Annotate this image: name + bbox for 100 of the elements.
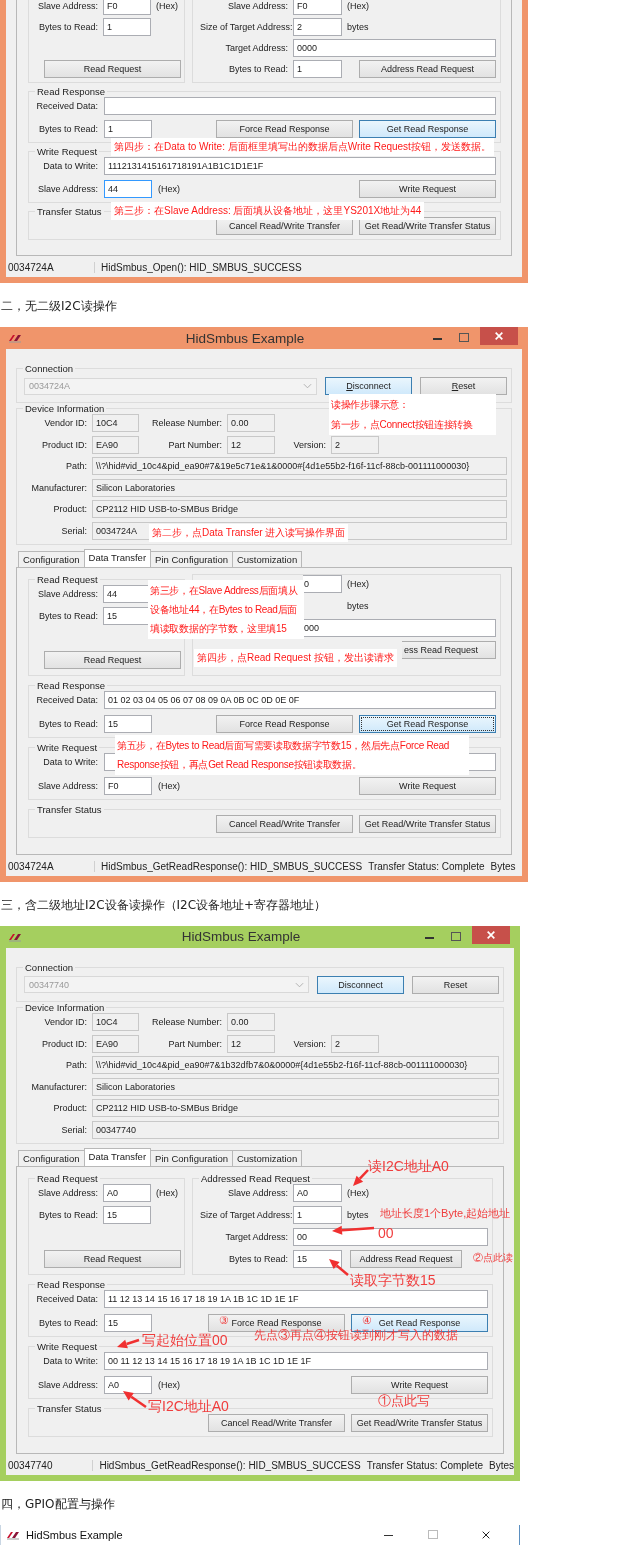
text-field[interactable]: A0 <box>104 1375 152 1394</box>
group-label: Connection <box>24 363 75 374</box>
unit-label: (Hex) <box>156 1 178 11</box>
text-field[interactable]: 12 <box>227 1034 275 1053</box>
text-field[interactable]: 12 <box>227 435 275 454</box>
read-request-button[interactable]: Read Request <box>44 650 181 669</box>
text-field[interactable]: A0 <box>293 1183 342 1202</box>
logo-icon <box>6 1529 20 1540</box>
text-field[interactable]: EA90 <box>92 435 139 454</box>
unit-label: (Hex) <box>156 1187 178 1198</box>
annotation-tooltip: 第二步，点Data Transfer 进入读写操作界面 <box>149 524 349 542</box>
text-field[interactable]: A0 <box>103 1183 151 1202</box>
group-label: Read Request <box>36 573 99 585</box>
text-field[interactable]: 01 02 03 04 05 06 07 08 09 0A 0B 0C 0D 0E 0F <box>104 690 496 709</box>
text-field[interactable]: CP2112 HID USB-to-SMBus Bridge <box>92 1099 499 1118</box>
text-field[interactable]: 1 <box>293 1205 342 1224</box>
text-field[interactable]: 44 <box>103 584 151 603</box>
text-field[interactable]: 2 <box>331 435 379 454</box>
tab[interactable]: Configuration <box>18 550 85 567</box>
tab[interactable]: Customization <box>231 550 303 567</box>
text-field[interactable]: 000 <box>303 618 496 637</box>
text-field[interactable]: EA90 <box>92 1034 139 1053</box>
reset-button[interactable]: Reset <box>420 377 507 395</box>
text-field[interactable]: 0.00 <box>227 414 275 432</box>
tab[interactable]: Configuration <box>18 1149 85 1166</box>
text-field[interactable]: \\?\hid#vid_10c4&pid_ea90#7&19e5c71e&1&0000#{4d1e55b2-f16f-11cf-88cb-001111000030} <box>92 457 507 476</box>
text-field[interactable]: 15 <box>103 1205 151 1224</box>
address-read-request-button[interactable]: ess Read Request <box>402 640 496 659</box>
unit-label: bytes <box>347 1209 369 1220</box>
address-read-request-button[interactable]: Address Read Request <box>350 1249 462 1268</box>
field-label: Serial: <box>60 525 87 536</box>
text-field[interactable]: 1112131415161718191A1B1C1D1E1F <box>104 157 496 175</box>
cancel-transfer-button[interactable]: Cancel Read/Write Transfer <box>216 814 353 833</box>
text-field[interactable]: 00347740 <box>92 1120 499 1139</box>
tab[interactable]: Data Transfer <box>83 1147 152 1166</box>
get-read-response-button[interactable]: Get Read Response <box>359 714 496 733</box>
group-label: Device Information <box>24 403 106 414</box>
force-read-response-button[interactable]: Force Read Response <box>216 714 353 733</box>
group-label: Device Information <box>24 1001 106 1013</box>
text-field[interactable]: Silicon Laboratories <box>92 1077 499 1096</box>
field-label: Slave Address: <box>36 184 98 194</box>
text-field[interactable]: Silicon Laboratories <box>92 478 507 497</box>
text-field[interactable]: 2 <box>331 1034 379 1053</box>
write-request-button[interactable]: Write Request <box>359 180 496 198</box>
status-text: Transfer Status: Complete <box>368 860 485 872</box>
get-read-response-button[interactable]: Get Read Response <box>359 120 496 138</box>
field-label: Slave Address: <box>36 1 98 11</box>
reset-button[interactable]: Reset <box>412 975 499 994</box>
write-request-button[interactable]: Write Request <box>351 1375 488 1394</box>
tab[interactable]: Pin Configuration <box>150 550 233 567</box>
text-field[interactable]: F0 <box>103 0 151 15</box>
field-label: Bytes to Read: <box>37 610 98 621</box>
group-label: Addressed Read Request <box>200 1172 311 1184</box>
text-field[interactable]: 0000 <box>293 39 496 57</box>
transfer-status-button[interactable]: Get Read/Write Transfer Status <box>351 1413 488 1432</box>
address-read-request-button[interactable]: Address Read Request <box>359 60 496 78</box>
close-button[interactable] <box>472 925 510 944</box>
text-field[interactable]: 00 11 12 13 14 15 16 17 18 19 1A 1B 1C 1D 1E 1F <box>104 1351 488 1370</box>
text-field[interactable]: 15 <box>104 714 152 733</box>
tab[interactable]: Customization <box>231 1149 303 1166</box>
text-field[interactable]: 44 <box>104 180 152 198</box>
text-field[interactable]: CP2112 HID USB-to-SMBus Bridge <box>92 500 507 519</box>
read-request-button[interactable]: Read Request <box>44 1249 181 1268</box>
field-label: Version: <box>292 1038 326 1049</box>
field-label: Bytes to Read: <box>37 718 98 729</box>
tab[interactable]: Pin Configuration <box>150 1149 233 1166</box>
read-request-button[interactable]: Read Request <box>44 60 181 78</box>
text-field[interactable]: 0 <box>303 574 342 593</box>
transfer-status-button[interactable]: Get Read/Write Transfer Status <box>359 814 496 833</box>
section-heading: 四，GPIO配置与操作 <box>0 1495 116 1513</box>
text-field[interactable]: 1 <box>104 120 152 138</box>
disconnect-button[interactable]: Disconnect <box>325 377 412 395</box>
text-field[interactable]: F0 <box>293 0 342 15</box>
annotation-tooltip: 第一步，点Connect按钮连接转换 <box>329 414 496 435</box>
close-button[interactable] <box>480 327 518 345</box>
text-field[interactable]: 15 <box>293 1249 342 1268</box>
tab[interactable]: Data Transfer <box>83 548 152 567</box>
text-field[interactable]: 10C4 <box>92 1012 139 1031</box>
logo-icon <box>8 931 22 942</box>
text-field[interactable]: 15 <box>103 606 151 625</box>
text-field[interactable]: 10C4 <box>92 414 139 432</box>
text-field[interactable]: 11 12 13 14 15 16 17 18 19 1A 1B 1C 1D 1E 1F <box>104 1289 488 1308</box>
text-field[interactable]: 2 <box>293 18 342 36</box>
text-field[interactable]: 15 <box>104 1313 152 1332</box>
disconnect-button[interactable]: Disconnect <box>317 975 404 994</box>
field-label: Target Address: <box>224 1231 288 1242</box>
cancel-transfer-button[interactable]: Cancel Read/Write Transfer <box>208 1413 345 1432</box>
field-label: Release Number: <box>150 418 222 428</box>
field-label: Vendor ID: <box>43 418 87 428</box>
text-field[interactable]: F0 <box>104 776 152 795</box>
text-field[interactable]: 0.00 <box>227 1012 275 1031</box>
unit-label: (Hex) <box>158 780 180 791</box>
text-field[interactable]: 1 <box>103 18 151 36</box>
text-field[interactable] <box>104 97 496 115</box>
force-read-response-button[interactable]: Force Read Response <box>216 120 353 138</box>
status-text: HidSmbus_Open(): HID_SMBUS_SUCCESS <box>101 262 302 273</box>
annotation-text: ①点此写 <box>378 1393 430 1407</box>
write-request-button[interactable]: Write Request <box>359 776 496 795</box>
text-field[interactable]: \\?\hid#vid_10c4&pid_ea90#7&1b32dfb7&0&0000#{4d1e55b2-f16f-11cf-88cb-001111000030} <box>92 1056 499 1075</box>
text-field[interactable]: 1 <box>293 60 342 78</box>
